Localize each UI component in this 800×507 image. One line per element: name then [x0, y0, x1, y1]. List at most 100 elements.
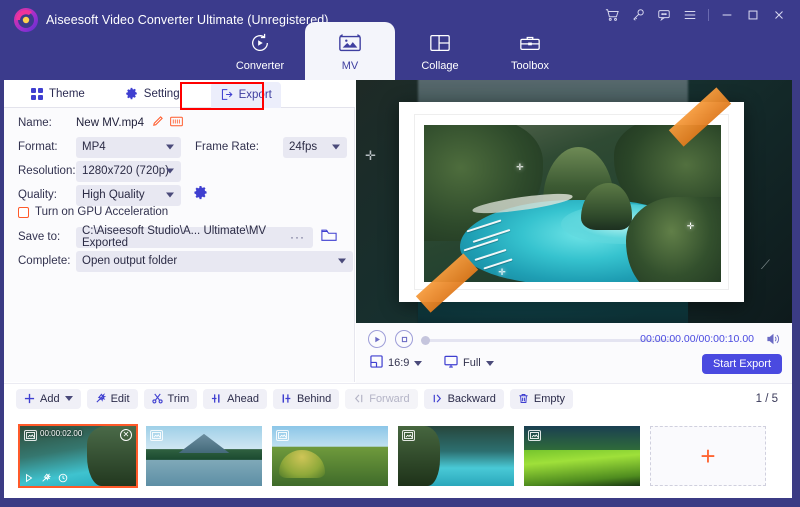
start-export-button-player[interactable]: Start Export: [702, 354, 782, 374]
empty-label: Empty: [533, 392, 566, 405]
framerate-select[interactable]: 24fps: [283, 136, 347, 158]
effects-icon: [42, 472, 51, 482]
clip-thumbnail-2[interactable]: [146, 425, 262, 486]
move-forward-icon: [353, 393, 364, 404]
tab-converter[interactable]: Converter: [215, 22, 305, 80]
complete-value: Open output folder: [82, 255, 178, 267]
image-badge-icon: [150, 429, 163, 441]
chevron-down-icon: [166, 168, 174, 174]
grid-icon: [31, 87, 43, 100]
gpu-checkbox[interactable]: [18, 206, 29, 218]
ahead-label: Ahead: [227, 392, 259, 405]
content-sheet: Theme Setting Export Name: New MV.mp4 Fo…: [4, 80, 792, 498]
clip-tools: [24, 472, 68, 483]
feedback-icon[interactable]: [651, 2, 677, 28]
volume-icon[interactable]: [766, 332, 780, 350]
title-bar: Aiseesoft Video Converter Ultimate (Unre…: [0, 0, 800, 80]
empty-button[interactable]: Empty: [509, 388, 574, 409]
add-label: Add: [40, 392, 60, 405]
format-select[interactable]: MP4: [76, 136, 181, 158]
resolution-label: Resolution:: [18, 165, 76, 177]
clip-thumbnail-5[interactable]: [524, 425, 640, 486]
play-button[interactable]: [368, 330, 386, 348]
sparkle-icon: ✛: [365, 148, 376, 163]
open-folder-icon[interactable]: [321, 228, 337, 247]
plus-icon: +: [700, 440, 716, 471]
key-icon[interactable]: [625, 2, 651, 28]
quality-select[interactable]: High Quality: [76, 184, 181, 206]
edit-button[interactable]: Edit: [86, 388, 138, 409]
insert-ahead-icon: [211, 393, 222, 404]
trim-button[interactable]: Trim: [143, 388, 198, 409]
quality-label: Quality:: [18, 189, 57, 201]
backward-button[interactable]: Backward: [423, 388, 504, 409]
progress-thumb[interactable]: [421, 335, 430, 345]
tab-export-label: Export: [238, 88, 272, 101]
toolbox-icon: [519, 29, 541, 57]
minimize-icon[interactable]: [714, 2, 740, 28]
stop-button[interactable]: [395, 330, 413, 348]
saveto-label: Save to:: [18, 231, 61, 243]
plus-icon: [24, 393, 35, 404]
trash-icon: [518, 393, 529, 404]
monitor-icon: [444, 355, 458, 371]
tab-toolbox[interactable]: Toolbox: [485, 22, 575, 80]
aspect-ratio-control[interactable]: 16:9: [370, 355, 423, 371]
complete-select[interactable]: Open output folder: [76, 250, 353, 272]
close-icon[interactable]: [766, 2, 792, 28]
tab-theme[interactable]: Theme: [22, 80, 94, 108]
format-row: Format: MP4: [18, 136, 181, 158]
format-label: Format:: [18, 141, 58, 153]
gpu-acceleration-row[interactable]: Turn on GPU Acceleration: [18, 206, 168, 218]
aspect-ratio-value: 16:9: [388, 357, 410, 369]
rename-pencil-icon[interactable]: [152, 114, 164, 132]
saveto-input[interactable]: C:\Aiseesoft Studio\A... Ultimate\MV Exp…: [76, 225, 313, 249]
remove-clip-icon[interactable]: ✕: [120, 428, 132, 441]
browse-dots-button[interactable]: ···: [290, 230, 305, 244]
maximize-icon[interactable]: [740, 2, 766, 28]
tab-mv[interactable]: MV: [305, 22, 395, 80]
image-badge-icon: [276, 429, 289, 441]
add-button[interactable]: Add: [16, 388, 81, 409]
clip-thumbnail-1[interactable]: 00:00:02.00 ✕: [18, 423, 138, 488]
image-badge-icon: [402, 429, 415, 441]
forward-button[interactable]: Forward: [345, 388, 418, 409]
chevron-down-icon: [338, 258, 346, 264]
format-value: MP4: [82, 141, 106, 153]
progress-track[interactable]: [423, 339, 673, 342]
chevron-down-icon: [166, 144, 174, 150]
advanced-settings-gear-icon[interactable]: [193, 185, 208, 205]
clip-artwork: [398, 425, 514, 486]
name-row: Name: New MV.mp4: [18, 112, 183, 134]
behind-button[interactable]: Behind: [272, 388, 340, 409]
trim-label: Trim: [167, 392, 190, 405]
id-tag-icon[interactable]: [170, 114, 183, 132]
clip-artwork: [146, 425, 262, 486]
menu-icon[interactable]: [677, 2, 703, 28]
preview-canvas[interactable]: ✛ ✛ ✛ ✛ ⟋: [356, 80, 792, 323]
tab-export[interactable]: Export: [210, 81, 281, 108]
export-panel: Theme Setting Export Name: New MV.mp4 Fo…: [4, 80, 355, 453]
saveto-row: Save to: C:\Aiseesoft Studio\A... Ultima…: [18, 225, 337, 249]
name-value: New MV.mp4: [76, 117, 144, 129]
window-controls: [599, 2, 792, 28]
panel-tabs: Theme Setting Export: [4, 80, 355, 108]
clip-toolbar: Add Edit Trim Ahead Behind Forward Backw…: [4, 383, 792, 413]
gear-icon: [125, 87, 138, 100]
ahead-button[interactable]: Ahead: [203, 388, 267, 409]
add-clip-button[interactable]: +: [650, 425, 766, 486]
screen-mode-control[interactable]: Full: [444, 355, 494, 371]
chevron-down-icon: [332, 144, 340, 150]
clip-artwork: [524, 425, 640, 486]
cart-icon[interactable]: [599, 2, 625, 28]
clip-artwork: [272, 425, 388, 486]
tab-collage[interactable]: Collage: [395, 22, 485, 80]
clip-thumbnail-3[interactable]: [272, 425, 388, 486]
chevron-down-icon: [485, 360, 494, 366]
clock-icon: [58, 473, 68, 482]
watermark-icon: ⟋: [760, 257, 770, 272]
clip-thumbnail-4[interactable]: [398, 425, 514, 486]
tab-setting[interactable]: Setting: [116, 80, 189, 108]
resolution-value: 1280x720 (720p): [82, 165, 169, 177]
resolution-select[interactable]: 1280x720 (720p): [76, 160, 181, 182]
